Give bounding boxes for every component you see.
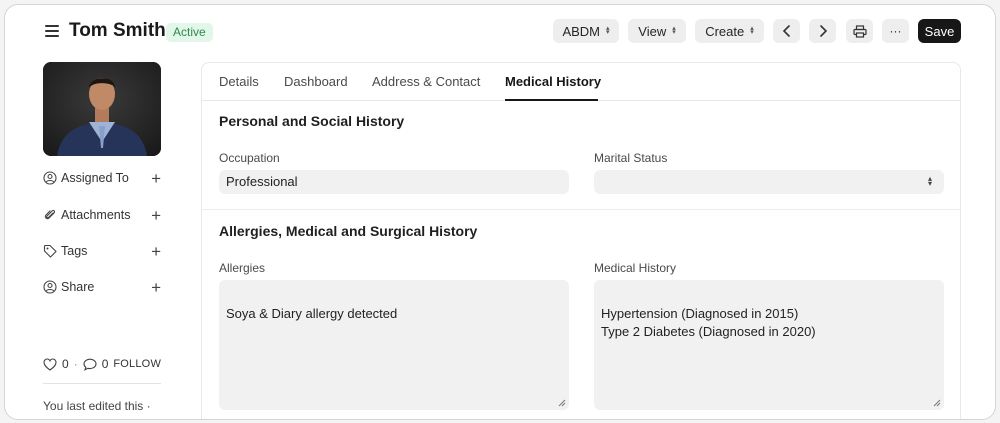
comments-count: 0 (101, 357, 109, 371)
sidebar-item-tags[interactable]: Tags + (43, 241, 161, 261)
last-edited-text: You last edited this · (43, 399, 151, 413)
social-stats: 0 · 0 FOLLOW (43, 354, 165, 374)
medical-history-label: Medical History (594, 261, 677, 275)
updown-chevron-icon: ▴ ▾ (750, 25, 754, 36)
section-title-personal: Personal and Social History (219, 113, 405, 129)
sidebar-item-attachments[interactable]: Attachments + (43, 205, 161, 225)
view-dropdown-button[interactable]: View ▴ ▾ (628, 19, 686, 43)
print-button[interactable] (846, 19, 873, 43)
view-label: View (638, 23, 667, 39)
allergies-value: Soya & Diary allergy detected (226, 306, 398, 321)
abdm-label: ABDM (562, 23, 601, 39)
sidebar-item-label: Share (61, 280, 95, 294)
updown-chevron-icon: ▴ ▾ (672, 25, 676, 36)
page-header: Tom Smith Active ABDM ▴ ▾ View ▴ ▾ Create … (5, 5, 995, 59)
save-button[interactable]: Save (918, 19, 961, 43)
user-circle-icon (43, 171, 57, 185)
follow-link[interactable]: FOLLOW (113, 358, 161, 370)
profile-photo (43, 62, 161, 156)
app-window: Tom Smith Active ABDM ▴ ▾ View ▴ ▾ Create … (4, 4, 996, 420)
sidebar-item-assigned-to[interactable]: Assigned To + (43, 168, 161, 188)
sidebar-item-label: Assigned To (61, 171, 129, 185)
plus-icon[interactable]: + (151, 279, 161, 296)
plus-icon[interactable]: + (151, 170, 161, 187)
resize-handle-icon[interactable] (558, 399, 566, 407)
page-title: Tom Smith (69, 20, 166, 41)
medical-history-value: Hypertension (Diagnosed in 2015) Type 2 … (601, 306, 816, 339)
comment-icon[interactable] (83, 358, 97, 371)
chevron-left-icon (782, 25, 790, 37)
resize-handle-icon[interactable] (933, 399, 941, 407)
avatar[interactable] (43, 62, 161, 156)
tag-icon (43, 244, 57, 258)
occupation-label: Occupation (219, 151, 280, 165)
section-title-allergies: Allergies, Medical and Surgical History (219, 223, 478, 239)
more-actions-button[interactable]: ··· (882, 19, 909, 43)
active-tab-indicator (505, 99, 598, 101)
sidebar-item-share[interactable]: Share + (43, 277, 161, 297)
plus-icon[interactable]: + (151, 207, 161, 224)
occupation-field[interactable]: Professional (219, 170, 569, 194)
create-label: Create (705, 23, 745, 39)
sidebar-item-label: Attachments (61, 208, 131, 222)
create-dropdown-button[interactable]: Create ▴ ▾ (695, 19, 764, 43)
form-panel: Details Dashboard Address & Contact Medi… (201, 62, 961, 419)
printer-icon (852, 24, 867, 38)
chevron-right-icon (819, 25, 827, 37)
status-badge: Active (166, 23, 213, 42)
allergies-textarea[interactable]: Soya & Diary allergy detected (219, 280, 569, 410)
previous-record-button[interactable] (773, 19, 800, 43)
marital-status-select[interactable]: ▴ ▾ (594, 170, 944, 194)
tab-details[interactable]: Details (219, 74, 259, 89)
tab-address-contact[interactable]: Address & Contact (372, 74, 480, 89)
menu-icon[interactable] (45, 25, 59, 37)
more-dots-icon: ··· (889, 24, 902, 38)
plus-icon[interactable]: + (151, 243, 161, 260)
separator-dot: · (73, 357, 78, 371)
paperclip-icon (44, 209, 56, 220)
tab-bar: Details Dashboard Address & Contact Medi… (202, 63, 960, 101)
allergies-label: Allergies (219, 261, 266, 275)
sidebar-item-label: Tags (61, 244, 88, 258)
section-divider (202, 209, 960, 210)
updown-chevron-icon: ▴ ▾ (606, 25, 610, 36)
abdm-dropdown-button[interactable]: ABDM ▴ ▾ (553, 19, 619, 43)
sidebar-divider (43, 383, 161, 384)
tab-medical-history[interactable]: Medical History (505, 74, 601, 89)
heart-icon[interactable] (43, 357, 57, 371)
next-record-button[interactable] (809, 19, 836, 43)
medical-history-textarea[interactable]: Hypertension (Diagnosed in 2015) Type 2 … (594, 280, 944, 410)
share-user-icon (43, 280, 57, 294)
tab-dashboard[interactable]: Dashboard (284, 74, 348, 89)
likes-count: 0 (62, 357, 69, 371)
updown-chevron-icon: ▴ ▾ (927, 174, 932, 188)
marital-status-label: Marital Status (594, 151, 668, 165)
